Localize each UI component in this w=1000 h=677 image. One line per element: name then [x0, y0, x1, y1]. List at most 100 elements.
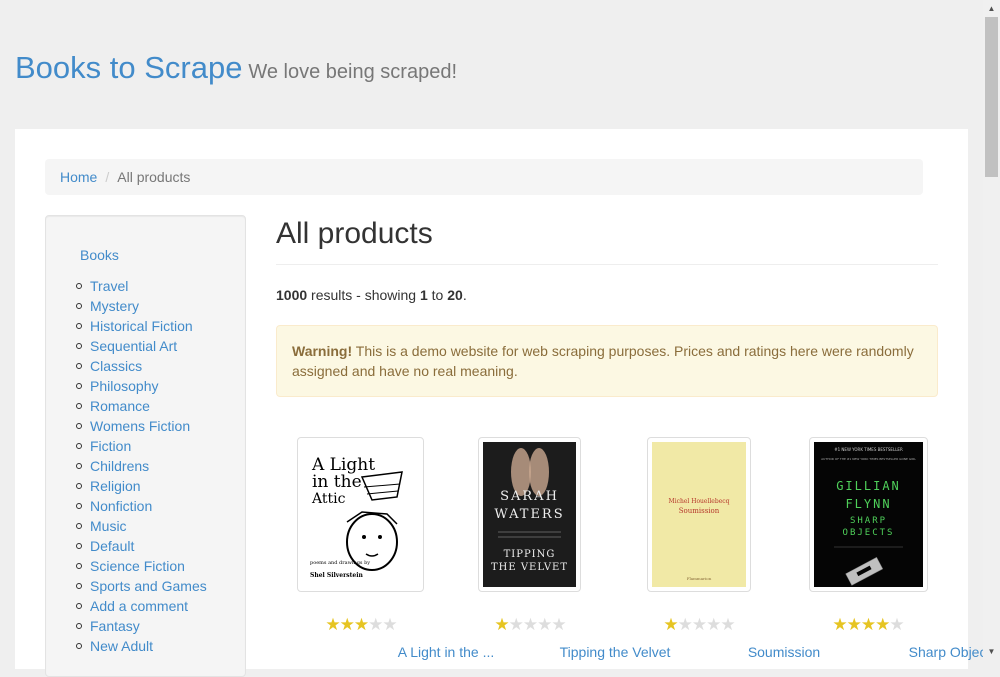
category-item: Womens Fiction: [76, 416, 207, 436]
category-item: Childrens: [76, 456, 207, 476]
category-link-classics[interactable]: Classics: [90, 358, 142, 374]
star-icon: ★: [720, 615, 735, 634]
category-link-nonfiction[interactable]: Nonfiction: [90, 498, 152, 514]
star-icon: ★: [832, 615, 847, 634]
sidebar-books-link[interactable]: Books: [80, 247, 119, 263]
category-link-new-adult[interactable]: New Adult: [90, 638, 153, 654]
category-link-romance[interactable]: Romance: [90, 398, 150, 414]
product-grid: A Light in the Attic poems and drawings …: [276, 437, 997, 677]
cover-art: #1 NEW YORK TIMES BESTSELLER AUTHOR OF T…: [814, 442, 923, 587]
category-link-fantasy[interactable]: Fantasy: [90, 618, 140, 634]
star-icon: ★: [846, 615, 862, 634]
cover-title-line: in the: [312, 472, 362, 492]
cover-art: Michel Houellebecq Soumission Flammarion: [652, 442, 746, 587]
category-item: Historical Fiction: [76, 316, 207, 336]
scroll-down-arrow-icon[interactable]: ▼: [983, 643, 1000, 660]
book-cover-image: A Light in the Attic poems and drawings …: [302, 442, 419, 587]
product-title-link[interactable]: Soumission: [699, 644, 869, 660]
category-item: Religion: [76, 476, 207, 496]
product-title-link[interactable]: Sharp Objects: [868, 644, 1000, 660]
results-total: 1000: [276, 287, 308, 303]
cover-author-line: GILLIAN: [836, 479, 901, 493]
scroll-up-arrow-icon[interactable]: ▲: [983, 0, 1000, 17]
cover-small-text: poems and drawings by: [310, 560, 370, 566]
category-link-womens-fiction[interactable]: Womens Fiction: [90, 418, 190, 434]
star-icon: ★: [889, 615, 904, 634]
cover-title-line: SHARP: [850, 516, 887, 526]
cover-author: Michel Houellebecq: [669, 498, 730, 505]
cover-title-line: Attic: [311, 491, 346, 507]
star-rating: ★★★★★: [276, 615, 446, 635]
brand-link[interactable]: Books to Scrape: [15, 50, 242, 85]
page-title: All products: [276, 217, 433, 250]
breadcrumb-home-link[interactable]: Home: [60, 169, 97, 185]
category-link-sequential-art[interactable]: Sequential Art: [90, 338, 177, 354]
cover-top-text: AUTHOR OF THE #1 NEW YORK TIMES BESTSELL…: [821, 457, 916, 461]
category-item: Nonfiction: [76, 496, 207, 516]
product-thumbnail[interactable]: A Light in the Attic poems and drawings …: [297, 437, 424, 592]
cover-top-text: #1 NEW YORK TIMES BESTSELLER: [834, 447, 903, 452]
brand-tagline: We love being scraped!: [248, 61, 458, 83]
breadcrumb: Home / All products: [45, 159, 923, 195]
breadcrumb-separator: /: [105, 169, 110, 185]
cover-art: SARAH WATERS TIPPING THE VELVET: [483, 442, 576, 587]
category-item: Romance: [76, 396, 207, 416]
product-thumbnail[interactable]: #1 NEW YORK TIMES BESTSELLER AUTHOR OF T…: [809, 437, 928, 592]
product-thumbnail[interactable]: SARAH WATERS TIPPING THE VELVET: [478, 437, 581, 592]
category-item: Sequential Art: [76, 336, 207, 356]
category-item: Science Fiction: [76, 556, 207, 576]
star-icon: ★: [663, 615, 678, 634]
category-link-default[interactable]: Default: [90, 538, 134, 554]
site-brand: Books to Scrape We love being scraped!: [15, 50, 457, 86]
alert-strong: Warning!: [292, 343, 353, 359]
star-icon: ★: [325, 615, 340, 634]
star-icon: ★: [537, 615, 552, 634]
product-title-link[interactable]: Tipping the Velvet: [530, 644, 700, 660]
cover-publisher: Flammarion: [687, 576, 712, 581]
category-item: Default: [76, 536, 207, 556]
star-icon: ★: [339, 615, 355, 634]
results-from: 1: [419, 287, 428, 303]
book-cover-image: SARAH WATERS TIPPING THE VELVET: [483, 442, 576, 587]
cover-title-line: TIPPING: [504, 549, 556, 560]
results-to-word: to: [427, 287, 448, 303]
category-link-sports-and-games[interactable]: Sports and Games: [90, 578, 207, 594]
category-link-music[interactable]: Music: [90, 518, 127, 534]
category-link-travel[interactable]: Travel: [90, 278, 128, 294]
category-sidebar: Books Travel Mystery Historical Fiction …: [45, 215, 246, 677]
breadcrumb-current: All products: [117, 169, 191, 185]
product-thumbnail[interactable]: Michel Houellebecq Soumission Flammarion: [647, 437, 751, 592]
star-icon: ★: [677, 615, 693, 634]
warning-alert: Warning! This is a demo website for web …: [276, 325, 938, 397]
book-cover-image: #1 NEW YORK TIMES BESTSELLER AUTHOR OF T…: [814, 442, 923, 587]
page-container: Home / All products Books Travel Mystery H…: [15, 129, 997, 677]
results-to: 20: [447, 287, 463, 303]
category-item: Fantasy: [76, 616, 207, 636]
category-item: Philosophy: [76, 376, 207, 396]
star-icon: ★: [353, 615, 369, 634]
category-item: Sports and Games: [76, 576, 207, 596]
category-item: New Adult: [76, 636, 207, 656]
star-rating: ★★★★★: [445, 615, 615, 635]
category-link-religion[interactable]: Religion: [90, 478, 141, 494]
cover-author-line: WATERS: [494, 507, 564, 522]
category-link-science-fiction[interactable]: Science Fiction: [90, 558, 185, 574]
category-item: Music: [76, 516, 207, 536]
cover-author-line: FLYNN: [845, 497, 891, 511]
category-link-mystery[interactable]: Mystery: [90, 298, 139, 314]
category-link-fiction[interactable]: Fiction: [90, 438, 131, 454]
star-icon: ★: [875, 615, 890, 634]
vertical-scrollbar[interactable]: ▲ ▼: [983, 0, 1000, 660]
scrollbar-thumb[interactable]: [985, 17, 998, 177]
star-icon: ★: [508, 615, 524, 634]
product-title-link[interactable]: A Light in the ...: [361, 644, 531, 660]
category-link-philosophy[interactable]: Philosophy: [90, 378, 159, 394]
results-text: results - showing: [307, 287, 420, 303]
category-item: Add a comment: [76, 596, 207, 616]
star-icon: ★: [706, 615, 721, 634]
star-icon: ★: [494, 615, 509, 634]
category-link-historical-fiction[interactable]: Historical Fiction: [90, 318, 193, 334]
category-link-childrens[interactable]: Childrens: [90, 458, 149, 474]
star-icon: ★: [368, 615, 383, 634]
category-link-add-a-comment[interactable]: Add a comment: [90, 598, 188, 614]
